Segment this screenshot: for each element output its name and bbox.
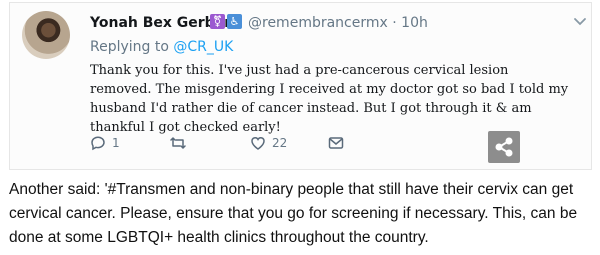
tweet-actions: 1 22 xyxy=(90,135,390,155)
heart-icon xyxy=(251,137,265,150)
meta-separator: · xyxy=(392,15,397,31)
profile-badges: ⚧ ♿ xyxy=(210,14,242,29)
tweet-meta: @remembrancermx · 10h xyxy=(248,15,428,31)
envelope-icon xyxy=(328,137,344,149)
tweet-card: Yonah Bex Gerber ⚧ ♿ @remembrancermx · 1… xyxy=(9,2,592,170)
reply-button[interactable]: 1 xyxy=(90,135,120,151)
purple-badge-icon: ⚧ xyxy=(210,14,225,29)
replying-to-mention[interactable]: @CR_UK xyxy=(173,39,233,55)
author-handle[interactable]: @remembrancermx xyxy=(248,15,388,31)
like-count: 22 xyxy=(272,136,288,150)
accessibility-badge-icon: ♿ xyxy=(227,14,242,29)
share-icon xyxy=(495,137,513,157)
like-button[interactable]: 22 xyxy=(250,135,287,151)
retweet-icon xyxy=(170,137,186,149)
replying-to: Replying to @CR_UK xyxy=(90,39,233,55)
tweet-time[interactable]: 10h xyxy=(401,15,428,31)
retweet-button[interactable] xyxy=(170,135,186,151)
tweet-text: Thank you for this. I've just had a pre-… xyxy=(90,63,569,135)
chevron-down-icon[interactable] xyxy=(573,15,587,29)
reply-count: 1 xyxy=(112,136,120,150)
reply-icon xyxy=(91,136,105,151)
avatar[interactable] xyxy=(22,11,70,59)
share-button[interactable] xyxy=(488,131,520,163)
replying-to-label: Replying to xyxy=(90,39,169,55)
message-button[interactable] xyxy=(328,135,344,151)
article-caption: Another said: '#Transmen and non-binary … xyxy=(9,181,578,246)
